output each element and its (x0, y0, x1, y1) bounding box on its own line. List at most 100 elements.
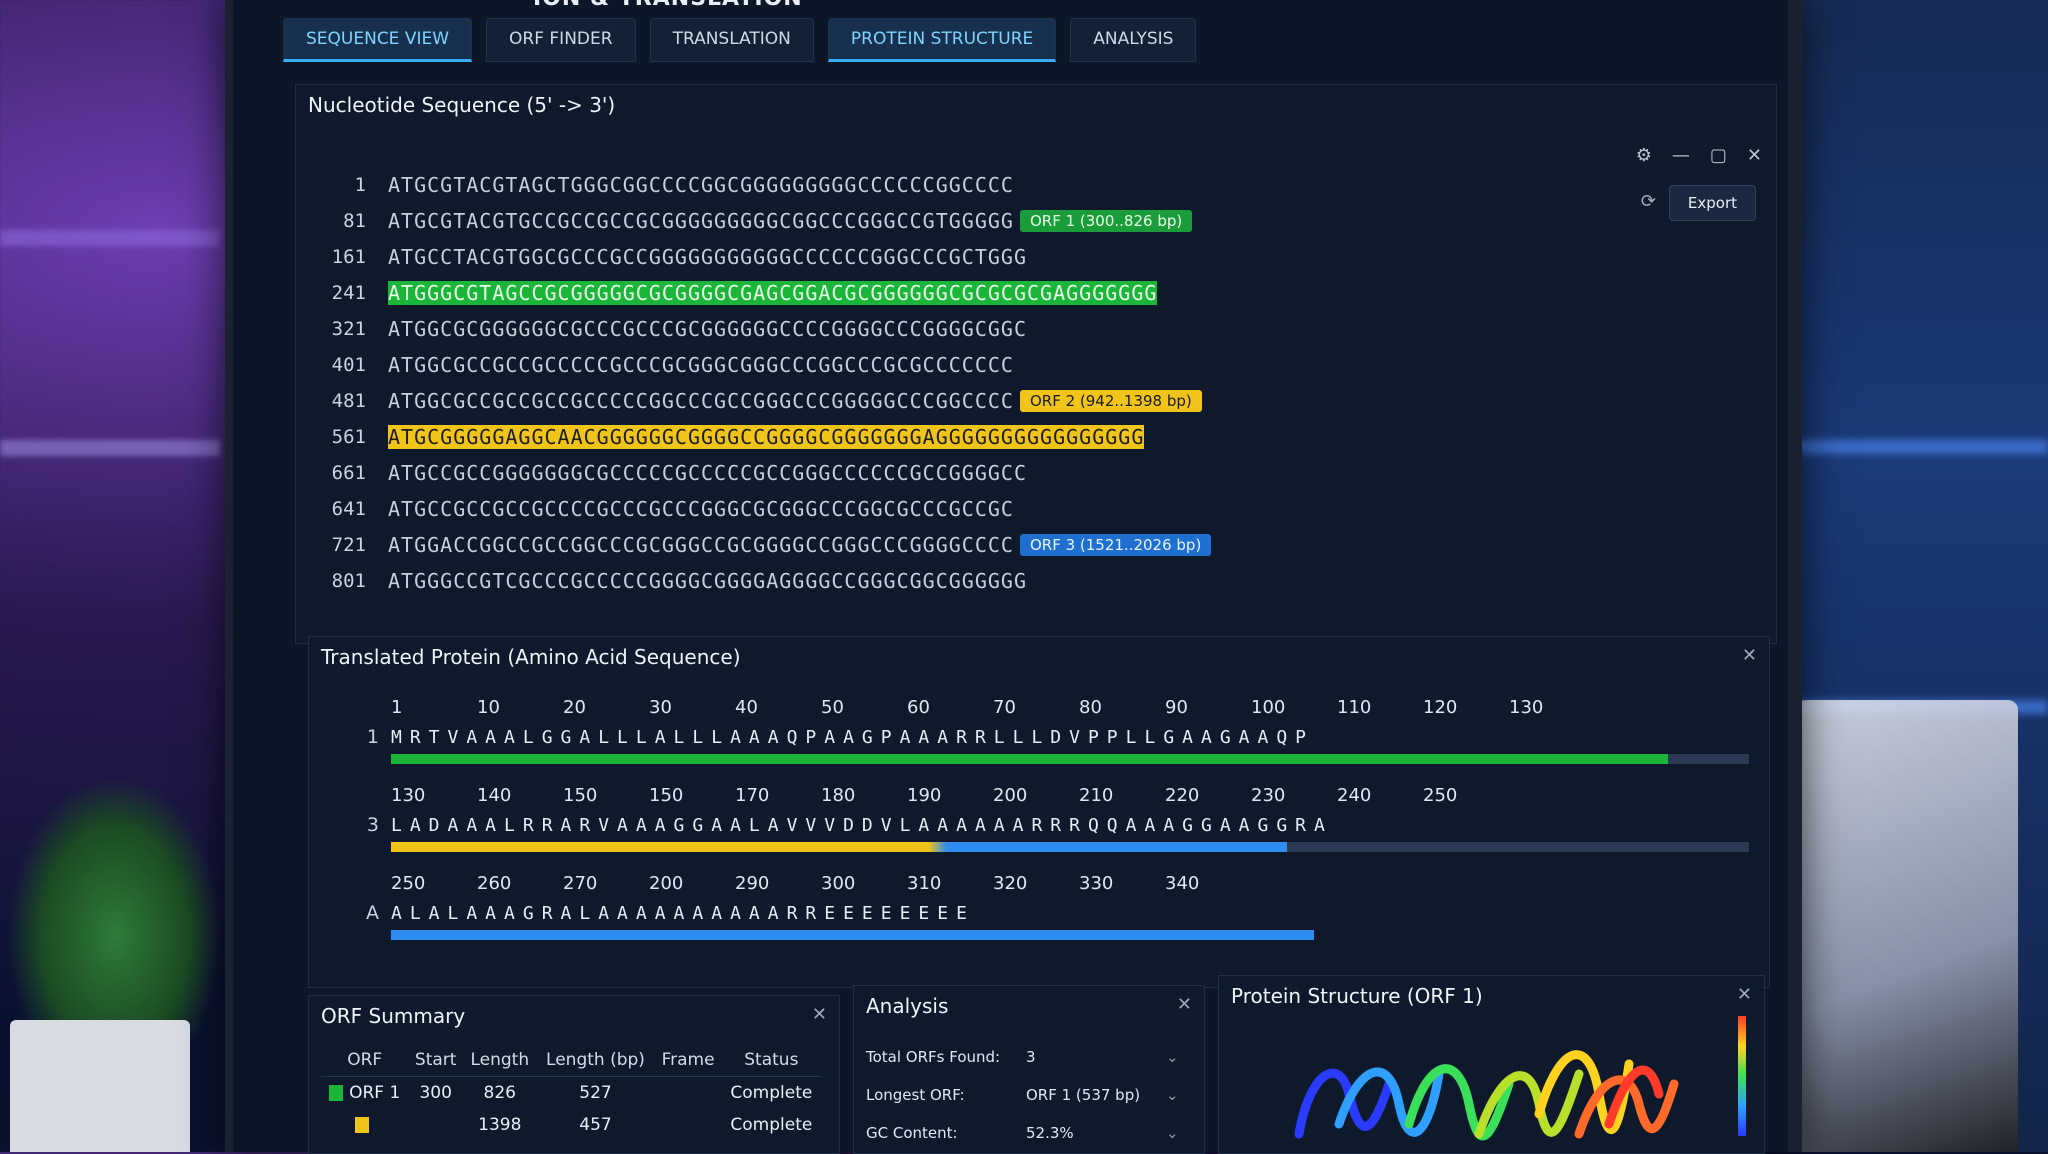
close-icon[interactable]: ✕ (1747, 145, 1762, 166)
orf1-highlight[interactable]: ATGGGCGTAGCCGCGGGGGCGCGGGGCGAGCGGACGCGGG… (388, 281, 1158, 305)
tab-analysis[interactable]: ANALYSIS (1070, 18, 1197, 62)
orf2-highlight[interactable]: ATGCGGGGGAGGCAACGGGGGGCGGGGCCGGGGCGGGGGG… (388, 425, 1145, 449)
analysis-row: Longest ORF: ORF 1 (537 bp) ⌄ (866, 1086, 1186, 1104)
orf1-tag[interactable]: ORF 1 (300..826 bp) (1019, 210, 1193, 232)
aa-tick: 130 (391, 785, 426, 806)
aa-coverage-bar (391, 754, 1749, 764)
sequence-row: 401 ATGGCGCCGCCGCCCCCGCCCGCGGGCGGGCCCGGC… (316, 347, 1756, 383)
sequence-row: 81 ATGCGTACGTGCCGCCGCCGCGGGGGGGGGCGGCCCG… (316, 203, 1756, 239)
orf-name: ORF 1 (349, 1083, 401, 1103)
sequence-row-number: 161 (331, 246, 366, 268)
aa-tick: 100 (1251, 697, 1286, 718)
sequence-row-number: 1 (354, 174, 366, 196)
orf-summary-panel: ORF Summary ✕ ORF Start Length Length (b… (308, 995, 840, 1154)
sequence-row-number: 401 (331, 354, 366, 376)
sequence-row-number: 721 (331, 534, 366, 556)
sequence-row: 481 ATGGCGCCGCCGCCGCCCCCGGCCCGCCGGGCCCGG… (316, 383, 1756, 419)
table-header[interactable]: Status (721, 1044, 821, 1077)
analysis-value: 3 (1026, 1048, 1036, 1066)
microscope (1768, 700, 2018, 1152)
window-controls: ⚙ — ▢ ✕ (1636, 145, 1762, 166)
status-cell: Complete (730, 1115, 813, 1135)
sequence-row-text: ATGGCGCGGGGGGCGCCCGCCCGCGGGGGGCCCCGGGGCC… (388, 317, 1028, 341)
monitor-screen: ION & TRANSLATION SEQUENCE VIEW ORF FIND… (225, 0, 1802, 1154)
aa-tick: 180 (821, 785, 856, 806)
protein-ribbon-render[interactable] (1279, 1014, 1679, 1154)
orf-color-swatch (354, 1117, 369, 1133)
aa-ticks: 130 140 150 150 170 180 190 200 210 220 … (391, 785, 1749, 806)
sequence-row-text: ATGCGTACGTGCCGCCGCCGCGGGGGGGGGCGGCCCGGGC… (388, 209, 1014, 233)
table-header[interactable]: Length (bp) (536, 1044, 655, 1077)
table-cell (408, 1109, 463, 1141)
chevron-icon[interactable]: ⌄ (1166, 1124, 1186, 1142)
aa-coverage-bar (391, 930, 1749, 940)
aa-tick: 240 (1337, 785, 1372, 806)
chevron-icon[interactable]: ⌄ (1166, 1048, 1186, 1066)
close-icon[interactable]: ✕ (1177, 994, 1192, 1015)
sequence-panel-title: Nucleotide Sequence (5' -> 3') (308, 93, 616, 117)
table-cell: 826 (483, 1083, 516, 1103)
table-cell (654, 1077, 721, 1110)
minimize-icon[interactable]: — (1672, 145, 1690, 166)
table-cell: 457 (579, 1115, 612, 1135)
sequence-row-text: ATGCCGCCGCCGCCCCGCCCGCCCGGGCGCGGGCCCGGCG… (388, 497, 1014, 521)
aa-tick: 120 (1423, 697, 1458, 718)
table-header[interactable]: ORF (321, 1044, 409, 1077)
aa-tick: 150 (563, 785, 598, 806)
close-icon[interactable]: ✕ (812, 1004, 827, 1025)
aa-tick: 30 (649, 697, 672, 718)
aa-block: 130 140 150 150 170 180 190 200 210 220 … (329, 785, 1749, 852)
table-row[interactable]: ORF 1 300 826 527 Complete (321, 1077, 821, 1110)
aa-tick: 20 (563, 697, 586, 718)
aa-tick: 1 (391, 697, 403, 718)
close-icon[interactable]: ✕ (1742, 645, 1757, 666)
protein-structure-panel: Protein Structure (ORF 1) ✕ (1218, 975, 1765, 1154)
aa-ticks: 250 260 270 200 290 300 310 320 330 340 (391, 873, 1749, 894)
aa-coverage-fill (391, 754, 1668, 764)
aa-coverage-bar (391, 842, 1749, 852)
aa-block: 1 10 20 30 40 50 60 70 80 90 100 110 120… (329, 697, 1749, 764)
orf3-tag[interactable]: ORF 3 (1521..2026 bp) (1019, 534, 1212, 556)
sequence-row-text: ATGGCGCCGCCGCCCCCGCCCGCGGGCGGGCCCGGCCCGC… (388, 353, 1014, 377)
settings-icon[interactable]: ⚙ (1636, 145, 1652, 166)
aa-tick: 80 (1079, 697, 1102, 718)
protein-panel: Translated Protein (Amino Acid Sequence)… (308, 636, 1770, 988)
tab-protein-structure[interactable]: PROTEIN STRUCTURE (827, 18, 1057, 62)
orf2-tag[interactable]: ORF 2 (942..1398 bp) (1019, 390, 1202, 412)
aa-ticks: 1 10 20 30 40 50 60 70 80 90 100 110 120… (391, 697, 1749, 718)
aa-sequence: ALALAAAGRALAAAAAAAAAARREEEEEEEE (391, 902, 975, 924)
orf-table: ORF Start Length Length (bp) Frame Statu… (321, 1044, 821, 1141)
chevron-icon[interactable]: ⌄ (1166, 1086, 1186, 1104)
sequence-row: 641 ATGCCGCCGCCGCCCCGCCCGCCCGGGCGCGGGCCC… (316, 491, 1756, 527)
aa-tick: 90 (1165, 697, 1188, 718)
tab-sequence-view[interactable]: SEQUENCE VIEW (283, 18, 473, 62)
aa-tick: 230 (1251, 785, 1286, 806)
plant (10, 780, 220, 1040)
sequence-row: 321 ATGGCGCGGGGGGCGCCCGCCCGCGGGGGGCCCCGG… (316, 311, 1756, 347)
analysis-key: Longest ORF: (866, 1086, 965, 1104)
maximize-icon[interactable]: ▢ (1710, 145, 1727, 166)
sequence-row-number: 481 (331, 390, 366, 412)
background-shelf (0, 230, 220, 246)
orf-name-cell: ORF 1 (321, 1077, 408, 1110)
sequence-row: 561 ATGCGGGGGAGGCAACGGGGGGCGGGGCCGGGGCGG… (316, 419, 1756, 455)
table-row[interactable]: 1398 457 Complete (321, 1109, 821, 1141)
protein-structure-title: Protein Structure (ORF 1) (1231, 984, 1483, 1008)
tab-translation[interactable]: TRANSLATION (649, 18, 814, 62)
aa-tick: 150 (649, 785, 684, 806)
close-icon[interactable]: ✕ (1737, 984, 1752, 1005)
aa-tick: 330 (1079, 873, 1114, 894)
sequence-row: 801 ATGGGCCGTCGCCCGCCCCCGGGGCGGGGAGGGGCC… (316, 563, 1756, 599)
aa-sequence: LADAAALRRARVAAAGGAALAVVVDDVLAAAAAARRRQQA… (391, 814, 1333, 836)
aa-tick: 130 (1509, 697, 1544, 718)
tab-orf-finder[interactable]: ORF FINDER (486, 18, 636, 62)
sequence-row-number: 661 (331, 462, 366, 484)
sequence-row-text: ATGGGCCGTCGCCCGCCCCCGGGGCGGGGAGGGGCCGGGC… (388, 569, 1028, 593)
aa-tick: 60 (907, 697, 930, 718)
table-header[interactable]: Start (408, 1044, 464, 1077)
table-header[interactable]: Frame (654, 1044, 722, 1077)
aa-tick: 70 (993, 697, 1016, 718)
analysis-value: ORF 1 (537 bp) (1026, 1086, 1141, 1104)
sequence-row-number: 641 (331, 498, 366, 520)
table-header[interactable]: Length (463, 1044, 537, 1077)
